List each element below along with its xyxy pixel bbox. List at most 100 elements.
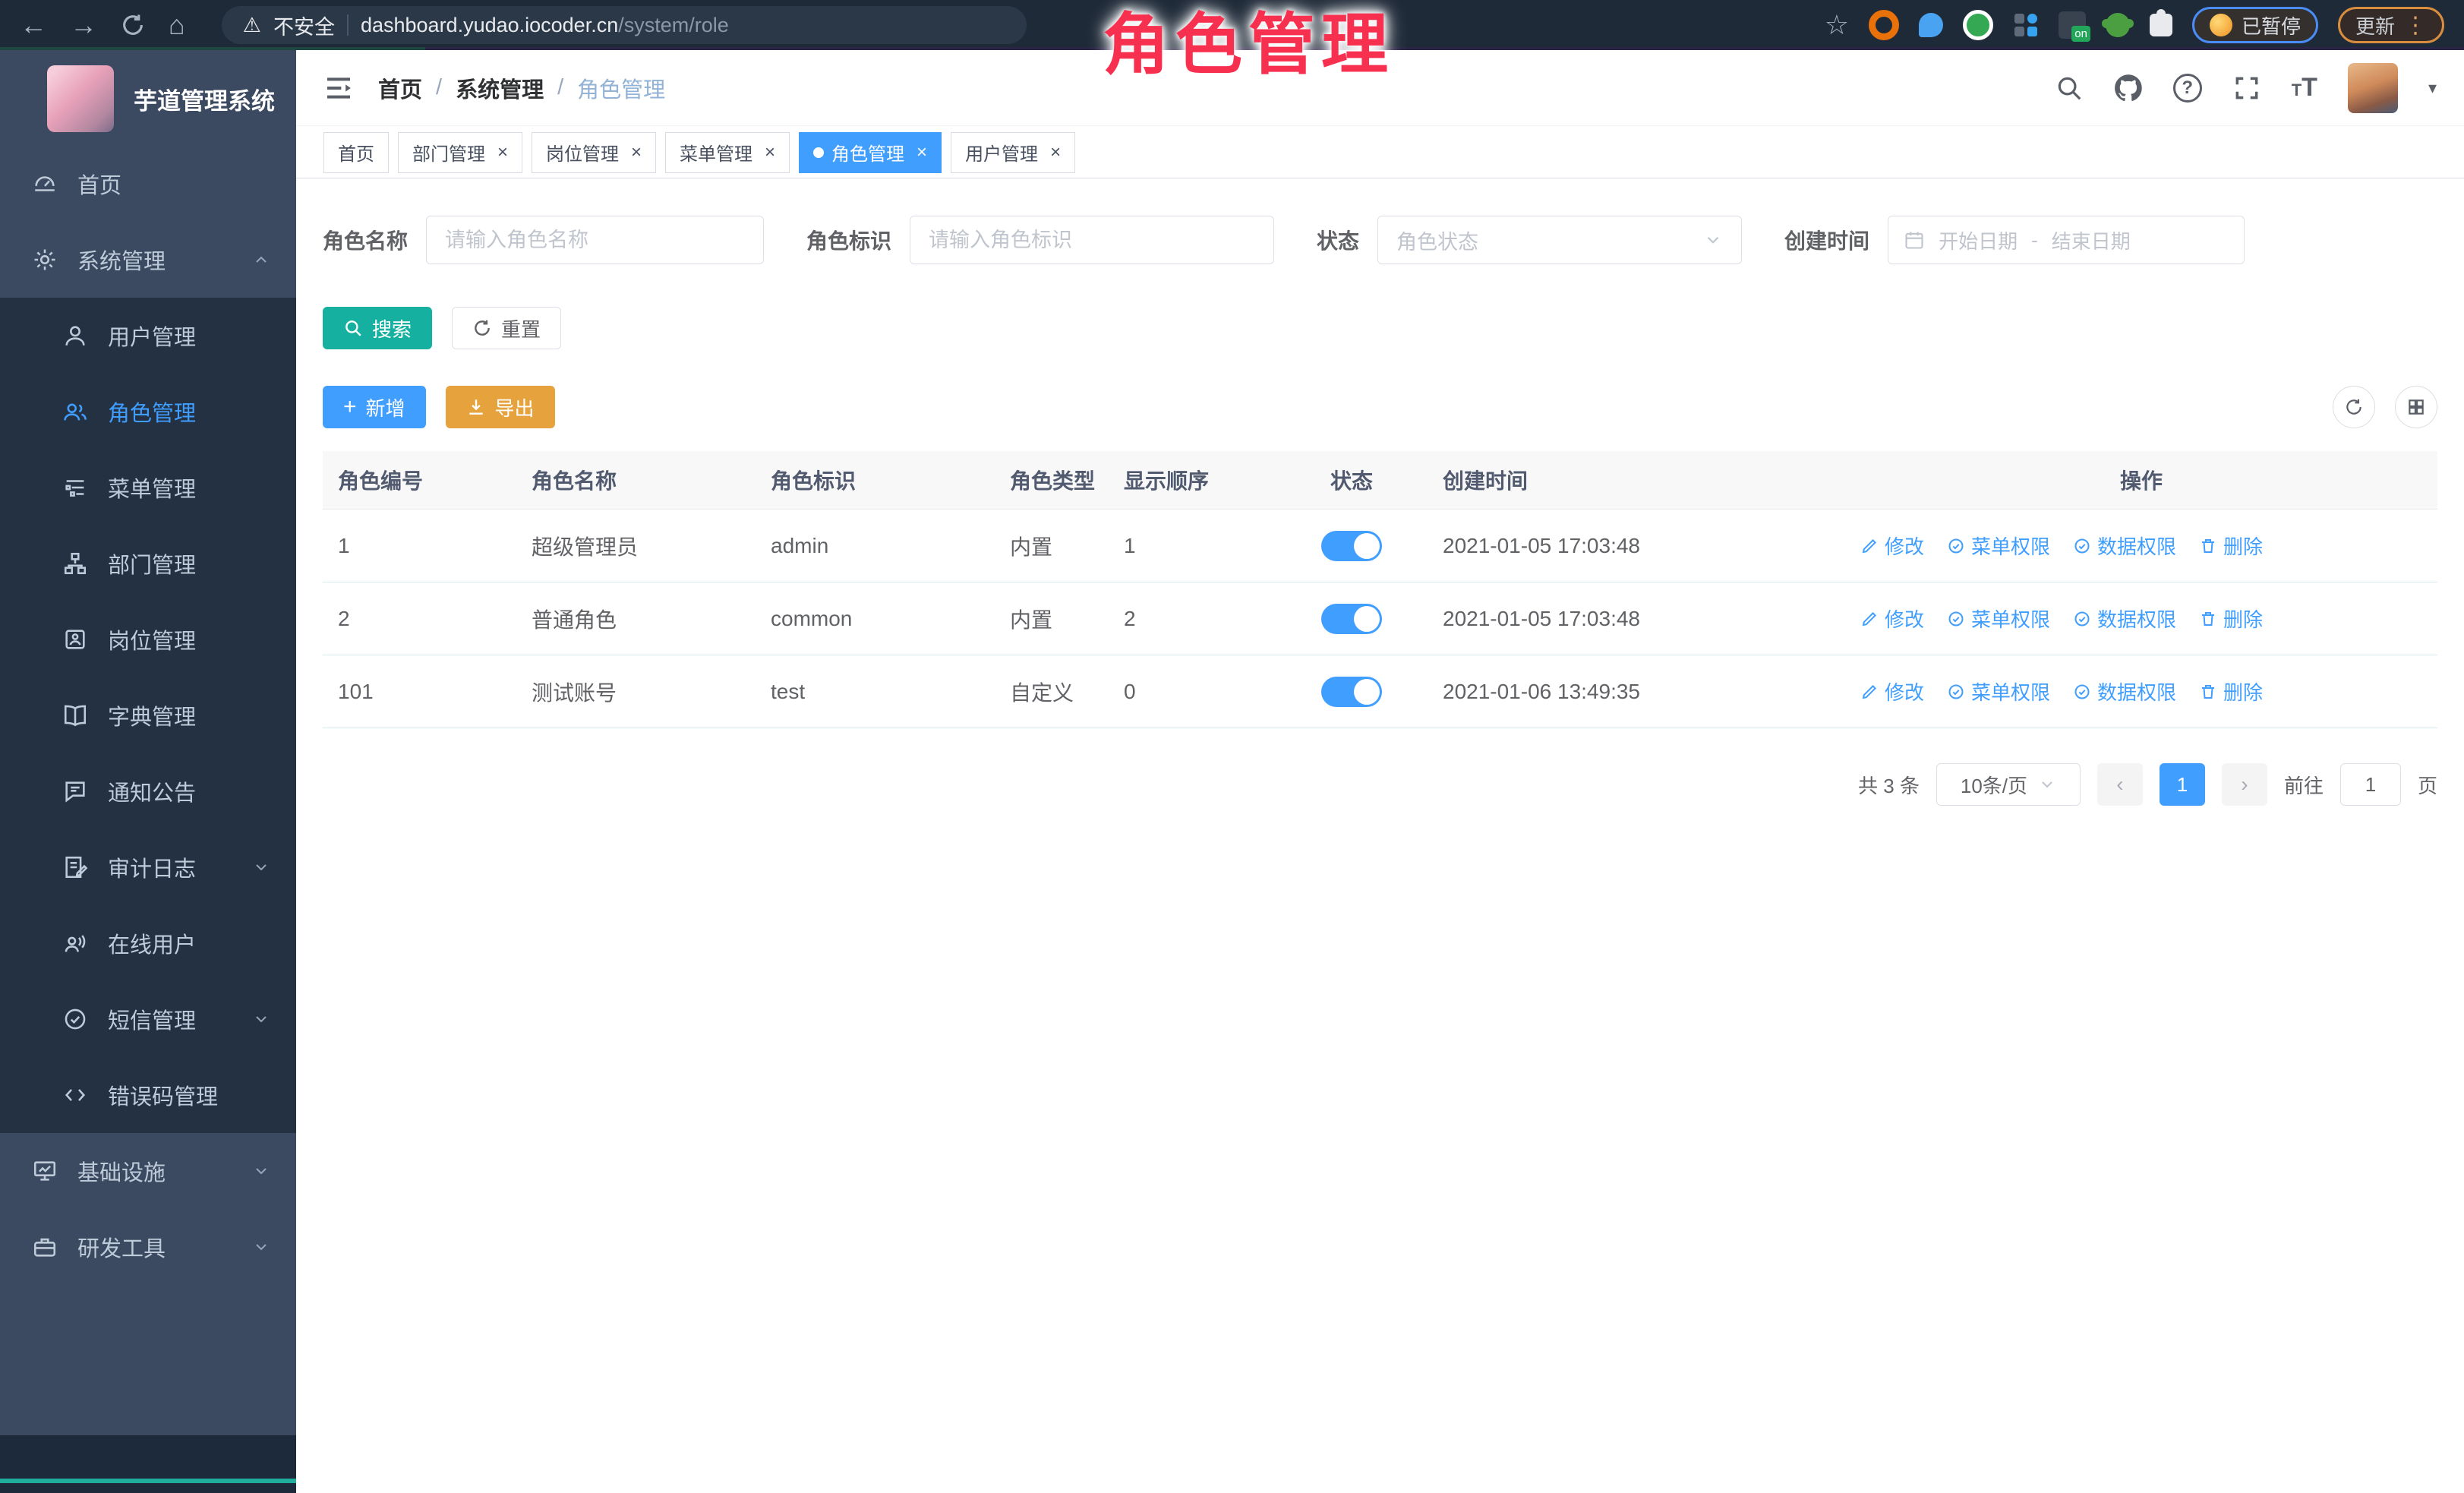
next-page-button[interactable]: ›	[2222, 763, 2267, 806]
tab-post[interactable]: 岗位管理 ×	[532, 132, 656, 173]
url-path: /system/role	[618, 14, 729, 36]
sidebar-item-label: 错误码管理	[108, 1079, 218, 1111]
browser-menu-icon[interactable]: ⋮	[2404, 12, 2427, 39]
delete-link[interactable]: 删除	[2199, 677, 2263, 705]
status-select[interactable]: 角色状态	[1377, 216, 1742, 264]
sidebar-item-system[interactable]: 系统管理	[0, 222, 296, 298]
sidebar-item-label: 岗位管理	[108, 623, 196, 655]
extension-puzzle-icon[interactable]	[2150, 14, 2172, 36]
browser-home-icon[interactable]: ⌂	[169, 11, 185, 39]
tab-menu[interactable]: 菜单管理 ×	[665, 132, 790, 173]
edit-link[interactable]: 修改	[1860, 532, 1924, 560]
sidebar-item-depts[interactable]: 部门管理	[0, 526, 296, 601]
annotation-title: 角色管理	[1103, 0, 1452, 90]
tab-label: 用户管理	[965, 139, 1038, 166]
help-icon[interactable]: ?	[2173, 74, 2202, 103]
export-button[interactable]: 导出	[446, 386, 555, 428]
column-settings-button[interactable]	[2395, 386, 2437, 428]
close-icon[interactable]: ×	[765, 142, 775, 163]
search-button[interactable]: 搜索	[323, 307, 432, 349]
sidebar-item-home[interactable]: 首页	[0, 146, 296, 222]
avatar[interactable]	[2348, 63, 2398, 113]
browser-back-icon[interactable]: ←	[20, 11, 47, 39]
breadcrumb-system[interactable]: 系统管理	[456, 72, 544, 104]
role-key-input[interactable]	[910, 216, 1274, 264]
font-size-icon[interactable]: TT	[2292, 73, 2317, 103]
refresh-table-button[interactable]	[2333, 386, 2375, 428]
sidebar: 芋道管理系统 首页 系统管理 用户管理 角色管理	[0, 50, 296, 1493]
tab-role[interactable]: 角色管理 ×	[799, 132, 942, 173]
sidebar-item-label: 研发工具	[77, 1231, 166, 1263]
fullscreen-icon[interactable]	[2232, 74, 2261, 103]
search-icon[interactable]	[2055, 74, 2084, 103]
delete-link[interactable]: 删除	[2199, 604, 2263, 633]
browser-forward-icon[interactable]: →	[70, 11, 97, 39]
github-icon[interactable]	[2114, 74, 2143, 103]
delete-link[interactable]: 删除	[2199, 532, 2263, 560]
close-icon[interactable]: ×	[497, 142, 508, 163]
trash-icon	[2199, 537, 2217, 555]
page-1-button[interactable]: 1	[2160, 763, 2205, 806]
tab-home[interactable]: 首页	[323, 132, 389, 173]
status-toggle[interactable]	[1321, 677, 1382, 707]
goto-page-input[interactable]	[2340, 763, 2401, 806]
sidebar-item-menus[interactable]: 菜单管理	[0, 450, 296, 526]
edit-link[interactable]: 修改	[1860, 604, 1924, 633]
edit-link[interactable]: 修改	[1860, 677, 1924, 705]
address-bar[interactable]: ⚠ 不安全 dashboard.yudao.iocoder.cn/system/…	[222, 6, 1027, 44]
col-role-type: 角色类型	[995, 451, 1109, 510]
status-label: 状态	[1317, 225, 1359, 255]
sidebar-item-dict[interactable]: 字典管理	[0, 677, 296, 753]
extension-monkey-icon[interactable]	[2106, 13, 2130, 37]
tab-user[interactable]: 用户管理 ×	[951, 132, 1075, 173]
role-name-input[interactable]	[426, 216, 764, 264]
reset-button[interactable]: 重置	[452, 307, 561, 349]
data-perm-link[interactable]: 数据权限	[2073, 532, 2176, 560]
extension-green-circle-icon[interactable]	[1963, 10, 1993, 40]
extension-blue-drop-icon[interactable]	[1919, 13, 1943, 37]
status-toggle[interactable]	[1321, 604, 1382, 634]
close-icon[interactable]: ×	[631, 142, 642, 163]
caret-down-icon[interactable]: ▾	[2428, 78, 2437, 98]
sidebar-item-roles[interactable]: 角色管理	[0, 374, 296, 450]
data-perm-link[interactable]: 数据权限	[2073, 604, 2176, 633]
app-logo[interactable]: 芋道管理系统	[0, 50, 296, 146]
extension-on-badge-icon[interactable]: on	[2059, 11, 2086, 39]
hamburger-icon[interactable]	[323, 73, 354, 103]
extension-orange-icon[interactable]	[1869, 10, 1899, 40]
tab-dept[interactable]: 部门管理 ×	[398, 132, 522, 173]
sidebar-item-errorcode[interactable]: 错误码管理	[0, 1057, 296, 1133]
cell-sort: 1	[1109, 510, 1276, 582]
sidebar-item-devtools[interactable]: 研发工具	[0, 1209, 296, 1285]
menu-perm-link[interactable]: 菜单权限	[1947, 532, 2050, 560]
paused-label: 已暂停	[2242, 11, 2301, 39]
menu-perm-link[interactable]: 菜单权限	[1947, 604, 2050, 633]
chevron-down-icon	[252, 1238, 270, 1256]
browser-reload-icon[interactable]	[120, 12, 146, 38]
status-toggle[interactable]	[1321, 531, 1382, 561]
close-icon[interactable]: ×	[917, 142, 927, 163]
add-button[interactable]: + 新增	[323, 386, 426, 428]
date-range-picker[interactable]: 开始日期 - 结束日期	[1888, 216, 2245, 264]
breadcrumb-home[interactable]: 首页	[378, 72, 422, 104]
page-size-select[interactable]: 10条/页	[1936, 763, 2081, 806]
sidebar-item-audit-log[interactable]: 审计日志	[0, 829, 296, 905]
sidebar-item-sms[interactable]: 短信管理	[0, 981, 296, 1057]
date-range-separator: -	[2031, 229, 2038, 252]
browser-update-button[interactable]: 更新 ⋮	[2338, 7, 2444, 43]
sidebar-item-infra[interactable]: 基础设施	[0, 1133, 296, 1209]
role-name-label: 角色名称	[323, 225, 408, 255]
chevron-down-icon	[2038, 775, 2056, 794]
close-icon[interactable]: ×	[1050, 142, 1061, 163]
chevron-up-icon	[252, 251, 270, 269]
extension-grid-icon[interactable]	[2013, 12, 2039, 38]
sidebar-item-users[interactable]: 用户管理	[0, 298, 296, 374]
sidebar-item-posts[interactable]: 岗位管理	[0, 601, 296, 677]
sidebar-item-notice[interactable]: 通知公告	[0, 753, 296, 829]
prev-page-button[interactable]: ‹	[2097, 763, 2143, 806]
sidebar-item-online-users[interactable]: 在线用户	[0, 905, 296, 981]
profile-paused-button[interactable]: 已暂停	[2192, 7, 2318, 43]
bookmark-star-icon[interactable]: ☆	[1825, 11, 1849, 39]
data-perm-link[interactable]: 数据权限	[2073, 677, 2176, 705]
menu-perm-link[interactable]: 菜单权限	[1947, 677, 2050, 705]
